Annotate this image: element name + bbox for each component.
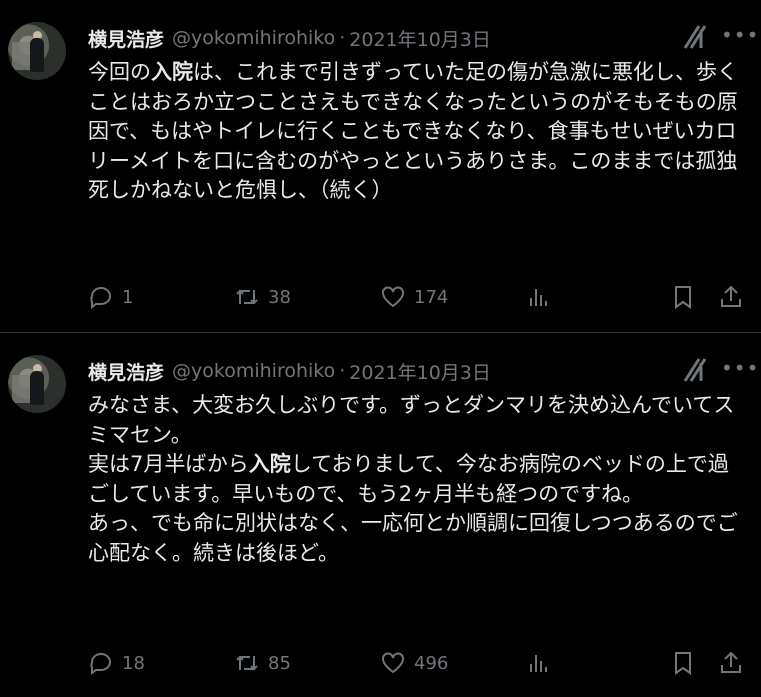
- separator: ·: [339, 360, 346, 382]
- retweet-icon: [236, 655, 258, 671]
- like-icon: [382, 286, 404, 308]
- views-button[interactable]: [526, 650, 560, 676]
- like-icon: [382, 652, 404, 674]
- views-icon: [530, 655, 547, 672]
- tweet-text: 今回の入院は、これまで引きずっていた足の傷が急激に悪化し、歩くことはおろか立つこ…: [88, 58, 748, 206]
- bookmark-button[interactable]: [670, 284, 704, 310]
- grok-icon[interactable]: [681, 353, 711, 385]
- text-segment: 今回の: [88, 60, 151, 84]
- separator: ·: [339, 27, 346, 49]
- more-icon[interactable]: •••: [721, 353, 758, 385]
- like-button[interactable]: 174: [380, 284, 448, 310]
- reply-button[interactable]: 18: [88, 650, 145, 676]
- grok-icon[interactable]: [681, 20, 711, 52]
- tweet-header: 横見浩彦 @yokomihirohiko · 2021年10月3日: [88, 357, 761, 385]
- more-icon[interactable]: •••: [721, 20, 758, 52]
- avatar[interactable]: [8, 22, 66, 80]
- reply-icon: [90, 287, 111, 309]
- views-icon: [530, 289, 547, 306]
- share-button[interactable]: [718, 284, 752, 310]
- retweet-button[interactable]: 38: [234, 284, 291, 310]
- bookmark-button[interactable]: [670, 650, 704, 676]
- reply-icon: [90, 653, 111, 675]
- share-icon: [721, 651, 741, 673]
- share-icon: [721, 285, 741, 307]
- like-count: 174: [414, 286, 449, 308]
- tweet-date[interactable]: 2021年10月3日: [349, 25, 491, 52]
- views-button[interactable]: [526, 284, 560, 310]
- reply-count: 1: [122, 286, 134, 308]
- author-handle[interactable]: @yokomihirohiko: [172, 360, 335, 382]
- avatar[interactable]: [8, 355, 66, 413]
- retweet-count: 85: [268, 652, 291, 674]
- retweet-icon: [236, 289, 258, 305]
- author-handle[interactable]: @yokomihirohiko: [172, 27, 335, 49]
- like-count: 496: [414, 652, 449, 674]
- share-button[interactable]: [718, 650, 752, 676]
- tweet-text: みなさま、大変お久しぶりです。ずっとダンマリを決め込んでいてスミマセン。 実は7…: [88, 391, 748, 568]
- highlight-word: 入院: [151, 60, 193, 84]
- tweet-date[interactable]: 2021年10月3日: [349, 358, 491, 385]
- author-name[interactable]: 横見浩彦: [88, 358, 164, 385]
- reply-button[interactable]: 1: [88, 284, 133, 310]
- author-name[interactable]: 横見浩彦: [88, 25, 164, 52]
- action-bar: 18 85 496: [88, 648, 751, 678]
- bookmark-icon: [675, 286, 691, 309]
- retweet-count: 38: [268, 286, 291, 308]
- like-button[interactable]: 496: [380, 650, 448, 676]
- action-bar: 1 38 174: [88, 282, 751, 312]
- bookmark-icon: [675, 652, 691, 675]
- tweet-header: 横見浩彦 @yokomihirohiko · 2021年10月3日: [88, 24, 761, 52]
- tweet-2[interactable]: 横見浩彦 @yokomihirohiko · 2021年10月3日 ••• みな…: [0, 332, 761, 697]
- reply-count: 18: [122, 652, 145, 674]
- retweet-button[interactable]: 85: [234, 650, 291, 676]
- tweet-1[interactable]: 横見浩彦 @yokomihirohiko · 2021年10月3日 ••• 今回…: [0, 0, 761, 332]
- highlight-word: 入院: [248, 452, 291, 476]
